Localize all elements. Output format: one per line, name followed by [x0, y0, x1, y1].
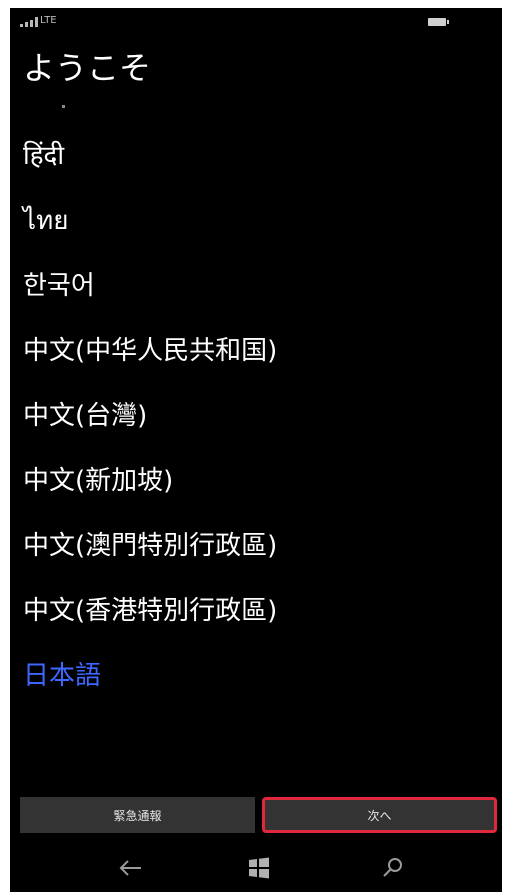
language-item-korean[interactable]: 한국어 — [23, 266, 493, 331]
windows-start-icon[interactable] — [246, 856, 272, 880]
language-item-thai[interactable]: ไทย — [23, 201, 493, 266]
status-bar: LTE — [10, 8, 502, 36]
phone-screen: LTE ようこそ हिंदी ไทย 한국어 中文(中华人民共和国) 中文(台灣… — [10, 8, 502, 892]
button-row: 緊急通報 次へ — [20, 797, 497, 833]
battery-icon — [428, 18, 449, 26]
language-item-chinese-macau[interactable]: 中文(澳門特別行政區) — [23, 526, 493, 591]
back-arrow-icon[interactable] — [118, 856, 144, 880]
language-item-chinese-hongkong[interactable]: 中文(香港特別行政區) — [23, 591, 493, 656]
signal-icon — [20, 17, 38, 27]
search-icon[interactable] — [380, 856, 406, 880]
language-item-chinese-prc[interactable]: 中文(中华人民共和国) — [23, 331, 493, 396]
language-item-hindi[interactable]: हिंदी — [23, 136, 493, 201]
navigation-bar — [10, 844, 502, 892]
language-item-chinese-singapore[interactable]: 中文(新加坡) — [23, 461, 493, 526]
language-list: हिंदी ไทย 한국어 中文(中华人民共和国) 中文(台灣) 中文(新加坡)… — [23, 136, 493, 721]
network-label: LTE — [40, 15, 57, 26]
page-title: ようこそ — [23, 49, 152, 87]
language-item-chinese-taiwan[interactable]: 中文(台灣) — [23, 396, 493, 461]
scroll-indicator — [62, 105, 65, 108]
language-item-japanese[interactable]: 日本語 — [23, 656, 493, 721]
next-button[interactable]: 次へ — [262, 797, 497, 833]
emergency-call-button[interactable]: 緊急通報 — [20, 797, 255, 833]
